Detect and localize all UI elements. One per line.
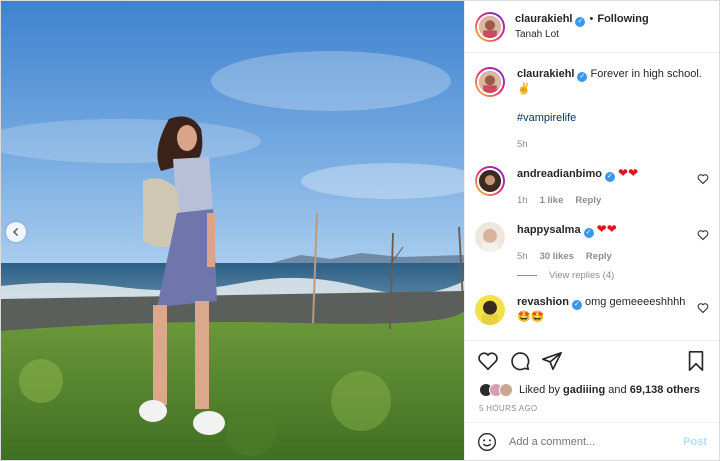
divider-line (517, 275, 537, 276)
post-side-panel: claurakiehl ✓ • Following Tanah Lot claurak… (464, 1, 719, 460)
post-button[interactable]: Post (683, 436, 707, 448)
comment-emoji: 🤩🤩 (517, 311, 545, 323)
bookmark-icon[interactable] (685, 350, 707, 372)
header-text: claurakiehl ✓ • Following Tanah Lot (515, 12, 649, 42)
commenter-username[interactable]: andreadianbimo (517, 168, 602, 180)
caption-avatar[interactable] (475, 67, 505, 97)
location-link[interactable]: Tanah Lot (515, 27, 649, 42)
comment-likes[interactable]: 1 like (540, 193, 564, 208)
liker-avatar (499, 383, 513, 397)
liker-username[interactable]: gadiiing (563, 384, 605, 396)
comment-likes[interactable]: 30 likes (540, 249, 574, 264)
post-timestamp: 5 HOURS AGO (479, 404, 538, 413)
view-replies-label: View replies (4) (549, 270, 615, 281)
comments-list[interactable]: claurakiehl ✓ Forever in high school. ✌ #… (465, 53, 719, 340)
heart-icon[interactable] (697, 302, 709, 314)
likes-count[interactable]: 69,138 others (630, 384, 700, 396)
caption-username[interactable]: claurakiehl (517, 68, 574, 80)
commenter-avatar[interactable] (475, 222, 505, 252)
chevron-left-icon (13, 228, 18, 236)
comment-row: andreadianbimo ✓ ❤❤ 1h 1 like Reply (475, 166, 709, 208)
beach-photo (1, 1, 464, 460)
author-username[interactable]: claurakiehl (515, 13, 572, 25)
caption-row: claurakiehl ✓ Forever in high school. ✌ #… (475, 67, 709, 152)
smiley-icon[interactable] (477, 432, 497, 452)
hashtag-link[interactable]: #vampirelife (517, 111, 709, 126)
heart-icon[interactable] (697, 173, 709, 185)
commenter-avatar[interactable] (475, 295, 505, 325)
heart-icon[interactable] (697, 229, 709, 241)
verified-badge-icon: ✓ (583, 228, 594, 238)
reply-button[interactable]: Reply (575, 193, 601, 208)
instagram-post: claurakiehl ✓ • Following Tanah Lot claurak… (0, 0, 720, 461)
comment-text: ❤❤ (618, 166, 639, 180)
comment-age: 1h (517, 195, 528, 206)
comment-text: ❤❤ (596, 222, 617, 236)
comment-row: happysalma ✓ ❤❤ 5h 30 likes Reply (475, 222, 709, 264)
reply-button[interactable]: Reply (586, 249, 612, 264)
share-icon[interactable] (541, 350, 563, 372)
verified-badge-icon: ✓ (577, 72, 588, 82)
comment-text: omg gemeeeeshhhh (585, 296, 686, 308)
heart-icon[interactable] (477, 350, 499, 372)
comment-row: revashion ✓ omg gemeeeeshhhh 🤩🤩 (475, 295, 709, 325)
post-photo[interactable] (1, 1, 464, 460)
previous-photo-button[interactable] (6, 222, 26, 242)
commenter-avatar[interactable] (475, 166, 505, 196)
verified-badge-icon: ✓ (604, 172, 615, 182)
commenter-username[interactable]: revashion (517, 296, 569, 308)
comment-input[interactable] (509, 435, 684, 448)
caption-age: 5h (517, 139, 528, 150)
action-bar (465, 340, 719, 380)
separator-dot: • (589, 12, 594, 25)
likes-text: Liked by gadiiing and 69,138 others (519, 384, 701, 396)
comment-icon[interactable] (509, 350, 531, 372)
comment-age: 5h (517, 251, 528, 262)
post-header: claurakiehl ✓ • Following Tanah Lot (465, 1, 719, 53)
comment-composer: Post (465, 422, 719, 460)
verified-badge-icon: ✓ (571, 300, 582, 310)
commenter-username[interactable]: happysalma (517, 224, 581, 236)
view-replies-button[interactable]: View replies (4) (517, 270, 709, 281)
verified-badge-icon: ✓ (575, 16, 586, 27)
likes-summary[interactable]: Liked by gadiiing and 69,138 others (465, 380, 719, 400)
author-avatar[interactable] (475, 11, 505, 42)
following-button[interactable]: Following (597, 13, 648, 25)
